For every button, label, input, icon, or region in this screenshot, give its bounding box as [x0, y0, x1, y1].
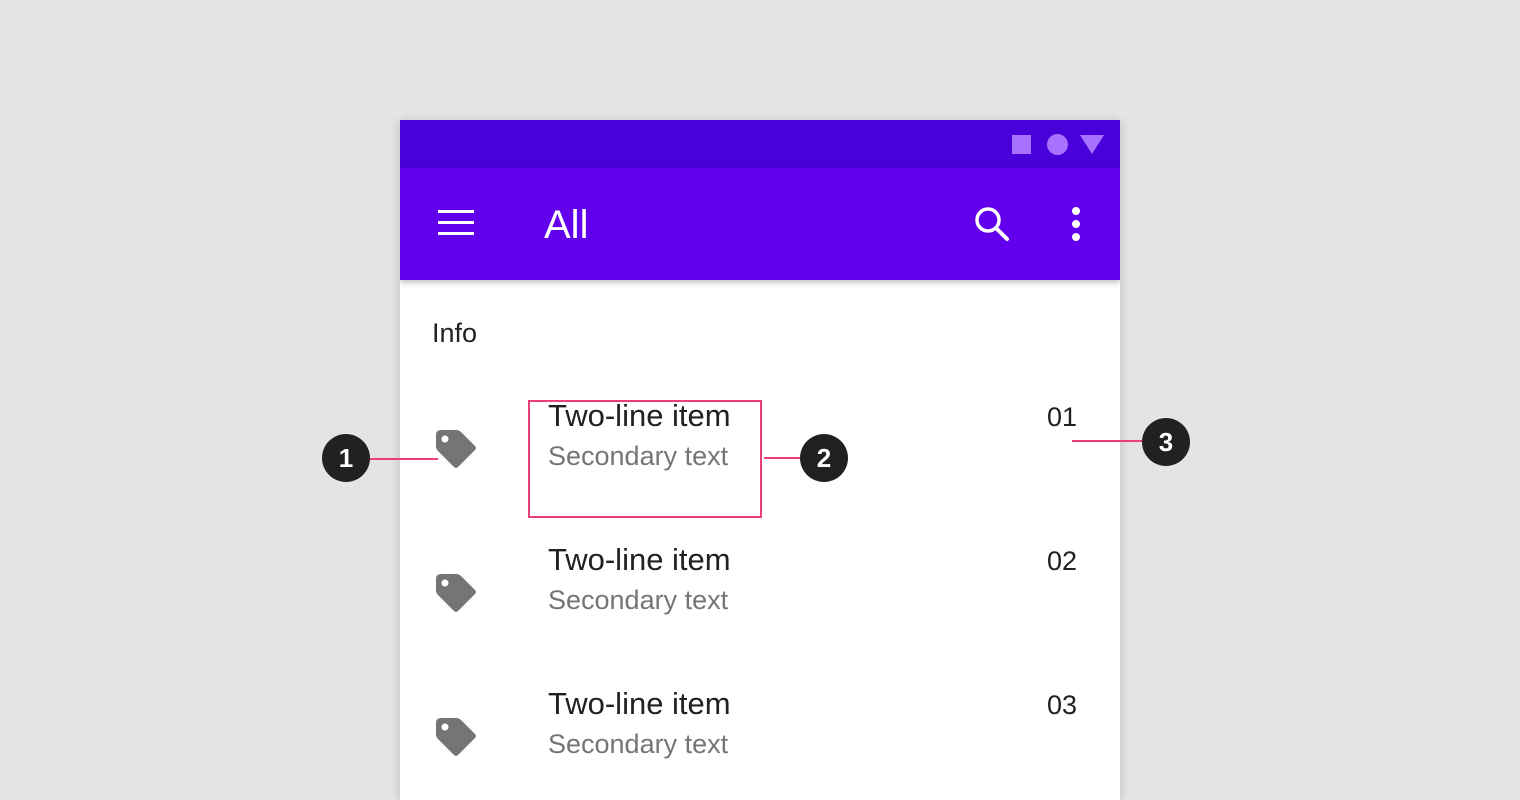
- callout-line-2: [764, 457, 802, 459]
- circle-icon: [1047, 134, 1068, 155]
- menu-icon[interactable]: [432, 204, 480, 244]
- callout-line-3: [1072, 440, 1144, 442]
- top-app-bar: All: [400, 168, 1120, 280]
- item-meta-text: 02: [1046, 546, 1077, 576]
- callout-line-1: [370, 458, 438, 460]
- status-bar: [400, 120, 1120, 168]
- list-item[interactable]: Two-line item Secondary text 01: [400, 380, 1120, 524]
- tag-icon: [432, 714, 480, 762]
- square-icon: [1012, 135, 1031, 154]
- more-vert-icon[interactable]: [1056, 200, 1096, 248]
- item-primary-text: Two-line item: [548, 542, 731, 577]
- search-icon[interactable]: [968, 200, 1016, 248]
- item-meta-text: 01: [1046, 402, 1077, 432]
- list-item[interactable]: Two-line item Secondary text 03: [400, 668, 1120, 800]
- list-item[interactable]: Two-line item Secondary text 02: [400, 524, 1120, 668]
- callout-badge-1: 1: [322, 434, 370, 482]
- phone-frame: All Info Two-line item Secondary text 01…: [400, 120, 1120, 800]
- item-secondary-text: Secondary text: [548, 729, 729, 759]
- item-primary-text: Two-line item: [548, 398, 731, 433]
- item-meta-text: 03: [1046, 690, 1077, 720]
- tag-icon: [432, 426, 480, 474]
- tag-icon: [432, 570, 480, 618]
- item-text: Two-line item Secondary text: [548, 398, 731, 472]
- item-primary-text: Two-line item: [548, 686, 731, 721]
- item-secondary-text: Secondary text: [548, 585, 729, 615]
- item-text: Two-line item Secondary text: [548, 686, 731, 760]
- list-subheader: Info: [432, 318, 478, 348]
- callout-badge-3: 3: [1142, 418, 1190, 466]
- app-bar-title: All: [544, 203, 589, 247]
- item-secondary-text: Secondary text: [548, 441, 729, 471]
- item-text: Two-line item Secondary text: [548, 542, 731, 616]
- callout-badge-2: 2: [800, 434, 848, 482]
- triangle-icon: [1080, 135, 1104, 154]
